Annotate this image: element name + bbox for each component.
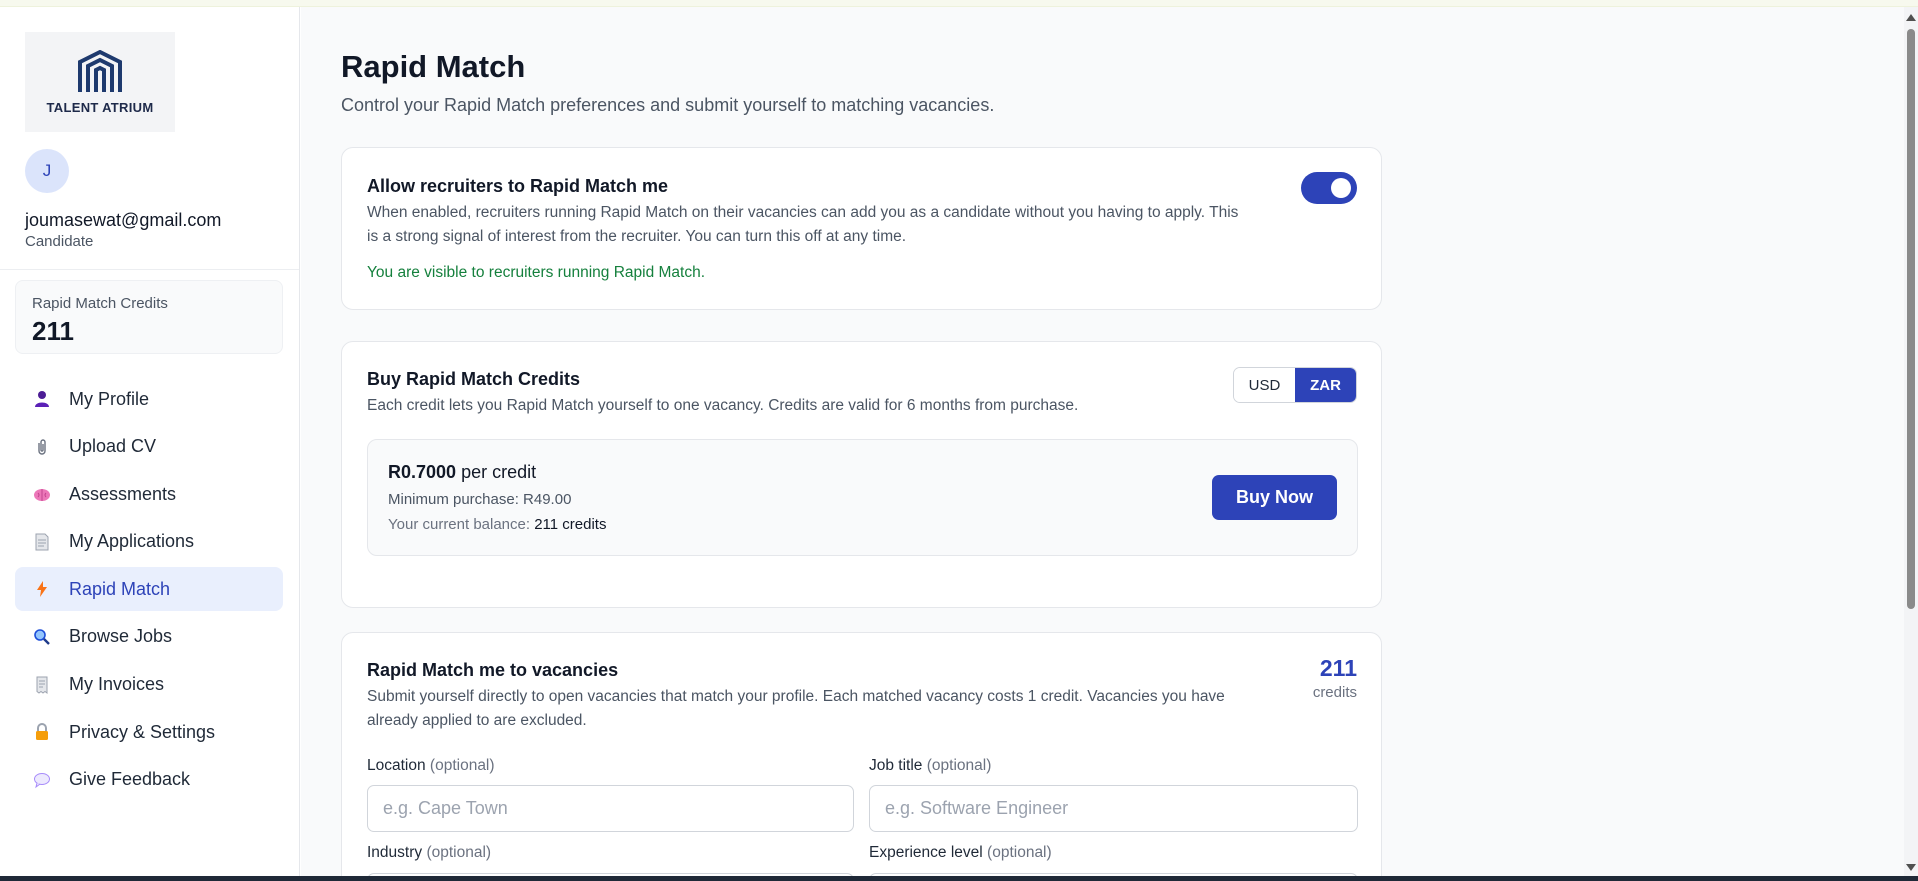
location-label: Location (optional) bbox=[367, 757, 495, 775]
buy-credits-card: Buy Rapid Match Credits Each credit lets… bbox=[341, 341, 1382, 608]
allow-card-description-line1: When enabled, recruiters running Rapid M… bbox=[367, 204, 1239, 221]
page-subtitle: Control your Rapid Match preferences and… bbox=[341, 95, 995, 115]
industry-label-text: Industry bbox=[367, 844, 423, 861]
sidebar-item-label: Rapid Match bbox=[69, 578, 171, 599]
job-title-input[interactable] bbox=[869, 785, 1358, 832]
top-edge bbox=[0, 0, 1918, 7]
rapid-match-vacancies-card: Rapid Match me to vacancies Submit yours… bbox=[341, 632, 1382, 881]
sidebar-item-my-invoices[interactable]: My Invoices bbox=[15, 663, 283, 707]
sidebar-item-label: My Invoices bbox=[69, 674, 165, 695]
page-title: Rapid Match bbox=[341, 49, 526, 84]
available-credits-value: 211 bbox=[1319, 655, 1357, 681]
sidebar-item-my-profile[interactable]: My Profile bbox=[15, 377, 283, 421]
optional-hint: (optional) bbox=[987, 844, 1052, 861]
atrium-logo-icon bbox=[78, 49, 122, 92]
sidebar-item-rapid-match[interactable]: Rapid Match bbox=[15, 567, 283, 612]
balance-value: 211 credits bbox=[534, 516, 607, 533]
experience-label-text: Experience level bbox=[869, 844, 983, 861]
sidebar-item-privacy-settings[interactable]: Privacy & Settings bbox=[15, 710, 283, 754]
brain-icon bbox=[32, 485, 52, 503]
price-per-credit: R0.7000 per credit bbox=[388, 462, 536, 483]
match-card-description-line2: already applied to are excluded. bbox=[367, 712, 587, 729]
sidebar-item-upload-cv[interactable]: Upload CV bbox=[15, 425, 283, 469]
divider bbox=[0, 269, 299, 270]
available-credits: 211 credits bbox=[1313, 655, 1357, 701]
optional-hint: (optional) bbox=[429, 757, 495, 774]
available-credits-label: credits bbox=[1312, 684, 1357, 701]
match-card-description-line1: Submit yourself directly to open vacanci… bbox=[367, 688, 1225, 705]
document-icon bbox=[32, 533, 52, 551]
sidebar: TALENT ATRIUM J joumasewat@gmail.com Can… bbox=[0, 7, 300, 876]
match-card-title: Rapid Match me to vacancies bbox=[367, 660, 619, 680]
sidebar-item-my-applications[interactable]: My Applications bbox=[15, 520, 283, 564]
scrollbar-thumb[interactable] bbox=[1907, 29, 1915, 609]
job-title-label-text: Job title bbox=[869, 757, 923, 774]
main-content: Rapid Match Control your Rapid Match pre… bbox=[301, 7, 1904, 881]
scroll-down-arrow-icon[interactable] bbox=[1906, 864, 1916, 871]
user-icon bbox=[32, 390, 52, 408]
user-role: Candidate bbox=[25, 233, 94, 250]
buy-now-button[interactable]: Buy Now bbox=[1212, 475, 1337, 520]
sidebar-item-label: Upload CV bbox=[69, 436, 157, 457]
sidebar-item-label: Assessments bbox=[69, 483, 177, 504]
buy-card-description: Each credit lets you Rapid Match yoursel… bbox=[367, 397, 1079, 414]
balance-label: Your current balance: bbox=[388, 516, 535, 533]
allow-card-title: Allow recruiters to Rapid Match me bbox=[367, 176, 669, 196]
currency-usd-button[interactable]: USD bbox=[1234, 368, 1295, 402]
industry-label: Industry (optional) bbox=[367, 844, 491, 862]
sidebar-item-label: Privacy & Settings bbox=[69, 721, 216, 742]
price-suffix: per credit bbox=[456, 462, 537, 482]
sidebar-item-label: Give Feedback bbox=[69, 769, 191, 790]
brand-name: TALENT ATRIUM bbox=[46, 99, 154, 115]
optional-hint: (optional) bbox=[426, 844, 492, 861]
allow-rapid-match-toggle[interactable] bbox=[1301, 172, 1357, 204]
sidebar-item-assessments[interactable]: Assessments bbox=[15, 472, 283, 516]
magnifier-icon bbox=[32, 628, 52, 646]
receipt-icon bbox=[32, 676, 52, 694]
avatar[interactable]: J bbox=[25, 149, 69, 193]
credits-label: Rapid Match Credits bbox=[32, 295, 168, 312]
experience-level-label: Experience level (optional) bbox=[869, 844, 1052, 862]
page-scrollbar[interactable] bbox=[1904, 7, 1918, 876]
sidebar-item-label: Browse Jobs bbox=[69, 626, 173, 647]
location-label-text: Location bbox=[367, 757, 426, 774]
credits-value: 211 bbox=[32, 316, 74, 346]
bottom-edge bbox=[0, 876, 1918, 881]
allow-card-description-line2: is a strong signal of interest from the … bbox=[367, 228, 907, 245]
scroll-up-arrow-icon[interactable] bbox=[1906, 14, 1916, 21]
visibility-status: You are visible to recruiters running Ra… bbox=[367, 264, 706, 281]
sidebar-item-label: My Profile bbox=[69, 388, 150, 409]
price-panel: R0.7000 per credit Minimum purchase: R49… bbox=[367, 439, 1358, 556]
job-title-label: Job title (optional) bbox=[869, 757, 991, 775]
sidebar-item-browse-jobs[interactable]: Browse Jobs bbox=[15, 615, 283, 659]
buy-card-title: Buy Rapid Match Credits bbox=[367, 369, 581, 389]
sidebar-item-label: My Applications bbox=[69, 531, 195, 552]
speech-bubble-icon bbox=[32, 771, 52, 789]
lightning-icon bbox=[32, 580, 52, 598]
paperclip-icon bbox=[32, 438, 52, 456]
price-value: R0.7000 bbox=[388, 462, 457, 482]
credits-summary: Rapid Match Credits 211 bbox=[15, 280, 283, 354]
current-balance: Your current balance: 211 credits bbox=[388, 516, 606, 533]
sidebar-nav: My Profile Upload CV Assessments My Appl… bbox=[15, 377, 283, 805]
minimum-purchase: Minimum purchase: R49.00 bbox=[388, 491, 572, 508]
optional-hint: (optional) bbox=[926, 757, 992, 774]
allow-rapid-match-card: Allow recruiters to Rapid Match me When … bbox=[341, 147, 1382, 310]
currency-zar-button[interactable]: ZAR bbox=[1295, 368, 1356, 402]
lock-icon bbox=[32, 723, 52, 741]
currency-toggle: USD ZAR bbox=[1233, 367, 1357, 403]
user-email: joumasewat@gmail.com bbox=[25, 210, 222, 230]
sidebar-item-give-feedback[interactable]: Give Feedback bbox=[15, 758, 283, 802]
toggle-knob bbox=[1331, 178, 1351, 198]
location-input[interactable] bbox=[367, 785, 854, 832]
brand-logo[interactable]: TALENT ATRIUM bbox=[25, 32, 175, 132]
